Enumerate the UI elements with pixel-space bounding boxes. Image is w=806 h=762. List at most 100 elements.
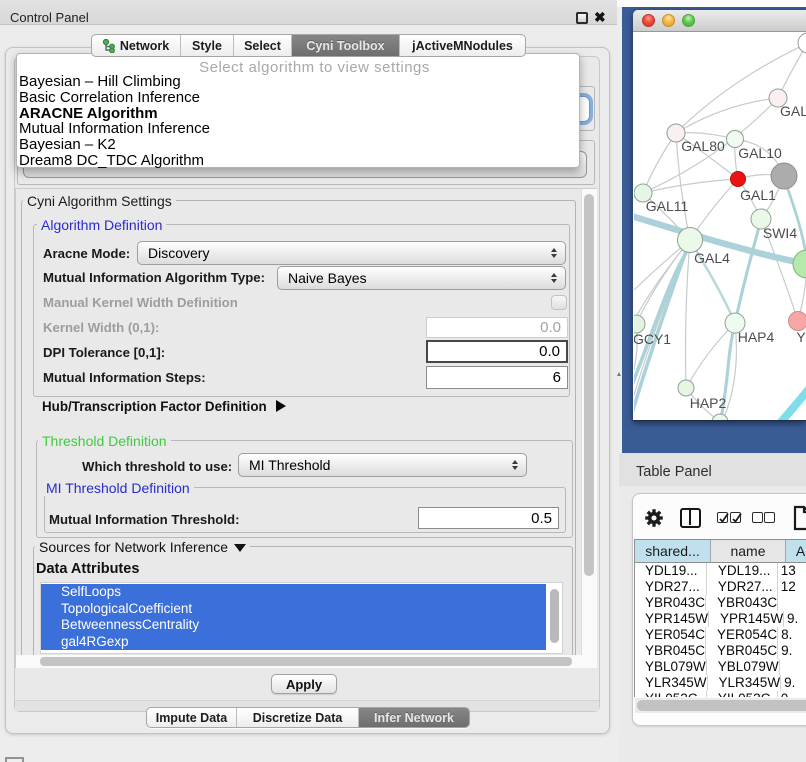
table-row[interactable]: YER054CYER054C8. (635, 627, 806, 643)
table-cell: YBR045C (706, 643, 778, 659)
data-attributes-list[interactable]: SelfLoopsTopologicalCoefficientBetweenne… (40, 582, 563, 654)
network-graph-svg: GALGAL80GAL10GAL1GAL11SWI4GAL4GCY1HAP4YH… (634, 32, 806, 420)
tab-jactivemnodules[interactable]: jActiveMNodules (400, 35, 525, 56)
attribute-item[interactable]: BetweennessCentrality (41, 617, 546, 634)
attribute-item[interactable]: gal4RGexp (41, 634, 546, 651)
zoom-traffic-light[interactable] (682, 14, 695, 27)
popup-item[interactable]: Dream8 DC_TDC Algorithm (19, 153, 579, 169)
top-right-strip (617, 0, 806, 7)
table-cell: YIL052C (635, 691, 707, 697)
table-row[interactable]: YIL052CYIL052C0. (635, 691, 806, 697)
dpi-tolerance-field[interactable]: 0.0 (426, 340, 568, 363)
graph-node-gal1[interactable] (731, 172, 746, 187)
graph-node-hap2[interactable] (678, 380, 694, 396)
attribute-item[interactable]: SelfLoops (41, 584, 546, 601)
table-row[interactable]: YDL19...YDL19...13 (635, 563, 806, 579)
graph-node[interactable] (793, 250, 806, 278)
float-window-icon[interactable] (576, 12, 588, 24)
hub-factor-label: Hub/Transcription Factor Definition (42, 399, 267, 414)
table-cell: YER054C (635, 627, 706, 643)
network-window-titlebar[interactable] (633, 10, 806, 32)
combo-stepper-icon (543, 248, 565, 258)
expander-expanded-icon (234, 544, 246, 552)
table-cell: YBL079W (707, 659, 780, 675)
graph-node-gal4[interactable] (678, 228, 703, 253)
mi-threshold-field[interactable]: 0.5 (418, 507, 559, 529)
network-canvas[interactable]: GALGAL80GAL10GAL1GAL11SWI4GAL4GCY1HAP4YH… (634, 32, 806, 420)
checked-checkbox-icon-1[interactable] (717, 512, 728, 523)
column-header-shared[interactable]: shared... (635, 540, 711, 562)
graph-node-label: GAL1 (740, 187, 776, 203)
manual-kernel-width-checkbox[interactable] (551, 295, 567, 310)
close-traffic-light[interactable] (642, 14, 655, 27)
column-header-A[interactable]: A (786, 540, 806, 562)
graph-node[interactable] (771, 163, 797, 189)
close-icon[interactable]: ✖ (594, 9, 606, 26)
graph-edge[interactable] (686, 240, 691, 388)
horizontal-scrollbar-thumb[interactable] (40, 657, 572, 666)
tab-infer-network[interactable]: Infer Network (359, 708, 469, 727)
checked-checkbox-icon-2[interactable] (730, 512, 741, 523)
table-cell (778, 595, 806, 611)
tab-select[interactable]: Select (234, 35, 292, 56)
graph-edge[interactable] (643, 133, 676, 193)
column-header-name[interactable]: name (711, 540, 786, 562)
table-row[interactable]: YPR145WYPR145W9. (635, 611, 806, 627)
popup-item[interactable]: ARACNE Algorithm (19, 106, 579, 122)
tab-style[interactable]: Style (181, 35, 234, 56)
unchecked-checkbox-icon-1[interactable] (752, 512, 763, 523)
tab-label: Discretize Data (253, 711, 343, 725)
threshold-definition-label: Threshold Definition (38, 433, 171, 449)
aracne-mode-label: Aracne Mode: (43, 246, 130, 261)
kernel-width-field[interactable]: 0.0 (426, 317, 568, 338)
gear-icon[interactable] (645, 509, 663, 527)
table-cell: 0. (778, 691, 806, 697)
table-row[interactable]: YBR045CYBR045C9. (635, 643, 806, 659)
split-columns-icon[interactable] (680, 508, 701, 528)
document-icon[interactable] (793, 505, 806, 531)
which-threshold-combobox[interactable]: MI Threshold (238, 453, 527, 477)
attribute-item[interactable]: TopologicalCoefficient (41, 601, 546, 618)
table-row[interactable]: YLR345WYLR345W9. (635, 675, 806, 691)
table-row[interactable]: YBR043CYBR043C (635, 595, 806, 611)
mi-algorithm-type-combobox[interactable]: Naive Bayes (277, 266, 566, 290)
graph-node-label: GAL4 (694, 250, 730, 266)
popup-item[interactable]: Bayesian – K2 (19, 137, 579, 153)
apply-button[interactable]: Apply (271, 674, 337, 694)
combo-stepper-icon (543, 273, 565, 283)
graph-node[interactable] (798, 33, 806, 53)
graph-edge[interactable] (676, 43, 806, 133)
graph-node-y[interactable] (789, 312, 806, 331)
popup-item[interactable]: Bayesian – Hill Climbing (19, 74, 579, 90)
table-cell: 13 (778, 563, 806, 579)
sources-label[interactable]: Sources for Network Inference (35, 539, 250, 555)
unchecked-checkbox-icon-2[interactable] (764, 512, 775, 523)
mi-algorithm-type-value: Naive Bayes (278, 270, 543, 286)
aracne-mode-combobox[interactable]: Discovery (137, 241, 566, 265)
graph-edge[interactable] (735, 219, 761, 323)
list-scrollbar-thumb[interactable] (550, 589, 559, 643)
tab-impute-data[interactable]: Impute Data (147, 708, 237, 727)
graph-node-label: HAP2 (690, 395, 727, 411)
table-cell: 12 (778, 579, 806, 595)
graph-edge[interactable] (784, 178, 806, 262)
table-cell: 8. (778, 627, 806, 643)
mi-steps-field[interactable]: 6 (426, 366, 568, 389)
graph-node-label: GCY1 (634, 331, 671, 347)
tab-discretize-data[interactable]: Discretize Data (237, 708, 359, 727)
graph-edge[interactable] (774, 380, 806, 420)
popup-item[interactable]: Basic Correlation Inference (19, 90, 579, 106)
table-cell: YPR145W (709, 611, 784, 627)
split-divider-arrow[interactable] (617, 372, 621, 376)
minimize-traffic-light[interactable] (662, 14, 675, 27)
table-hscrollbar-thumb[interactable] (637, 700, 806, 711)
graph-edge[interactable] (676, 98, 778, 133)
algorithm-definition-label: Algorithm Definition (37, 217, 166, 233)
tab-network[interactable]: Network (92, 35, 181, 56)
tab-cyni-toolbox[interactable]: Cyni Toolbox (292, 35, 400, 56)
popup-item[interactable]: Mutual Information Inference (19, 121, 579, 137)
table-row[interactable]: YBL079WYBL079W (635, 659, 806, 675)
hub-factor-expander[interactable]: Hub/Transcription Factor Definition (42, 399, 286, 414)
table-row[interactable]: YDR27...YDR27...12 (635, 579, 806, 595)
vertical-scrollbar-thumb[interactable] (584, 194, 594, 576)
